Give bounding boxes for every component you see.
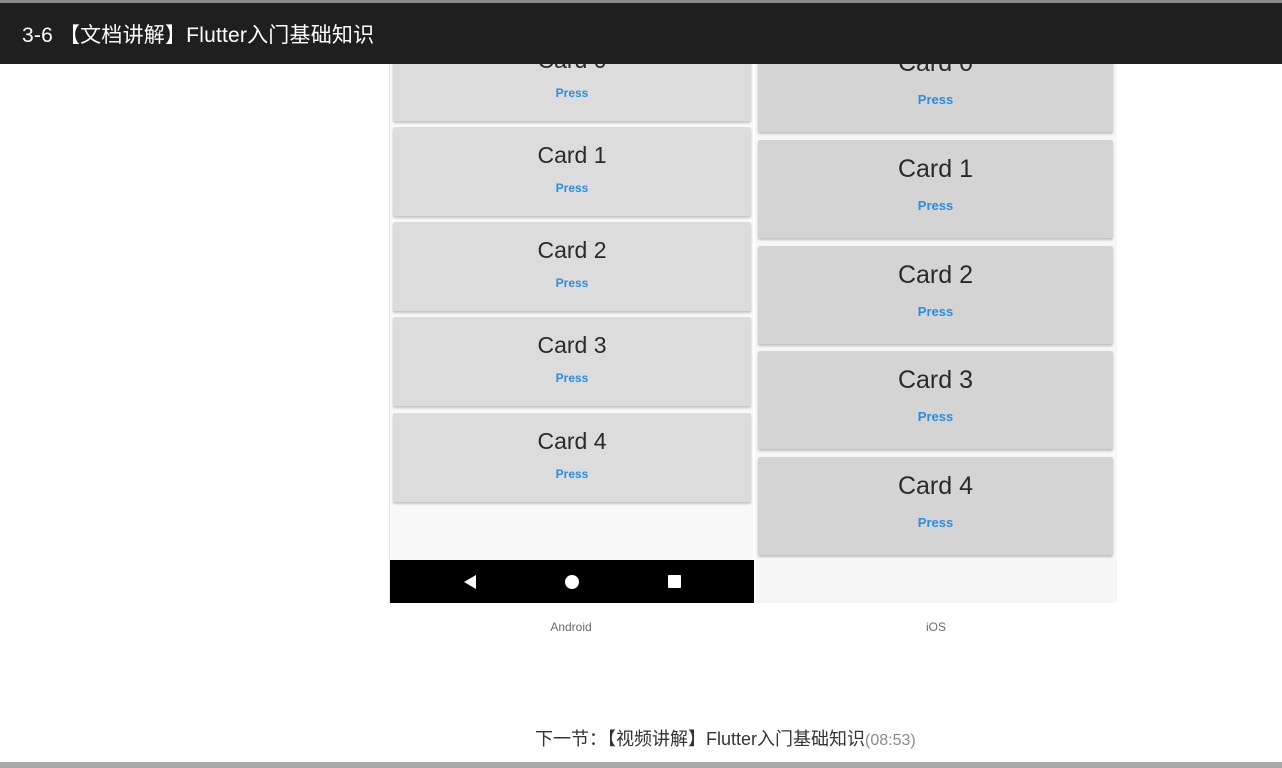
recents-button[interactable] bbox=[654, 560, 694, 603]
card: Card 2 Press bbox=[393, 222, 751, 311]
card-title: Card 3 bbox=[897, 366, 974, 394]
next-prefix: 下一节： bbox=[535, 729, 607, 749]
home-circle-icon bbox=[565, 574, 579, 589]
card-title: Card 4 bbox=[537, 428, 607, 454]
card-title: Card 4 bbox=[897, 472, 974, 500]
next-lesson-link[interactable]: 下一节：【视频讲解】Flutter入门基础知识(08:53) bbox=[535, 725, 916, 751]
press-button[interactable]: Press bbox=[918, 92, 953, 107]
card: Card 2 Press bbox=[758, 246, 1113, 344]
press-button[interactable]: Press bbox=[918, 409, 953, 424]
card-title: Card 3 bbox=[537, 332, 607, 358]
top-bar: 3-6 【文档讲解】Flutter入门基础知识 bbox=[0, 0, 1282, 64]
lesson-title: 3-6 【文档讲解】Flutter入门基础知识 bbox=[22, 23, 375, 47]
next-duration: (08:53) bbox=[865, 732, 916, 749]
card-title: Card 1 bbox=[537, 142, 607, 168]
card: Card 3 Press bbox=[758, 351, 1113, 449]
card: Card 4 Press bbox=[758, 457, 1113, 555]
ios-caption: iOS bbox=[925, 620, 946, 634]
ios-screen: Card 0 Press Card 1 Press Card 2 Press C… bbox=[755, 40, 1117, 603]
press-button[interactable]: Press bbox=[918, 198, 953, 213]
android-nav-bar bbox=[390, 560, 754, 603]
back-triangle-icon bbox=[464, 574, 476, 589]
card: Card 3 Press bbox=[393, 317, 751, 406]
bottom-divider bbox=[0, 762, 1282, 768]
press-button[interactable]: Press bbox=[556, 371, 589, 385]
android-screen: Card 0 Press Card 1 Press Card 2 Press C… bbox=[389, 40, 754, 603]
home-button[interactable] bbox=[552, 560, 592, 603]
recents-square-icon bbox=[667, 575, 681, 588]
card: Card 1 Press bbox=[758, 140, 1113, 238]
press-button[interactable]: Press bbox=[556, 276, 589, 290]
press-button[interactable]: Press bbox=[556, 86, 589, 100]
press-button[interactable]: Press bbox=[918, 515, 953, 530]
card: Card 4 Press bbox=[393, 413, 751, 502]
android-caption: Android bbox=[550, 620, 592, 634]
card: Card 1 Press bbox=[393, 127, 751, 216]
press-button[interactable]: Press bbox=[918, 304, 953, 319]
card-title: Card 2 bbox=[897, 261, 974, 289]
press-button[interactable]: Press bbox=[556, 467, 589, 481]
card-title: Card 2 bbox=[537, 237, 607, 263]
card-title: Card 1 bbox=[897, 155, 974, 183]
back-button[interactable] bbox=[450, 560, 490, 603]
comparison-figure: Card 0 Press Card 1 Press Card 2 Press C… bbox=[389, 40, 1117, 603]
next-title: 【视频讲解】Flutter入门基础知识 bbox=[607, 729, 866, 749]
press-button[interactable]: Press bbox=[556, 181, 589, 195]
